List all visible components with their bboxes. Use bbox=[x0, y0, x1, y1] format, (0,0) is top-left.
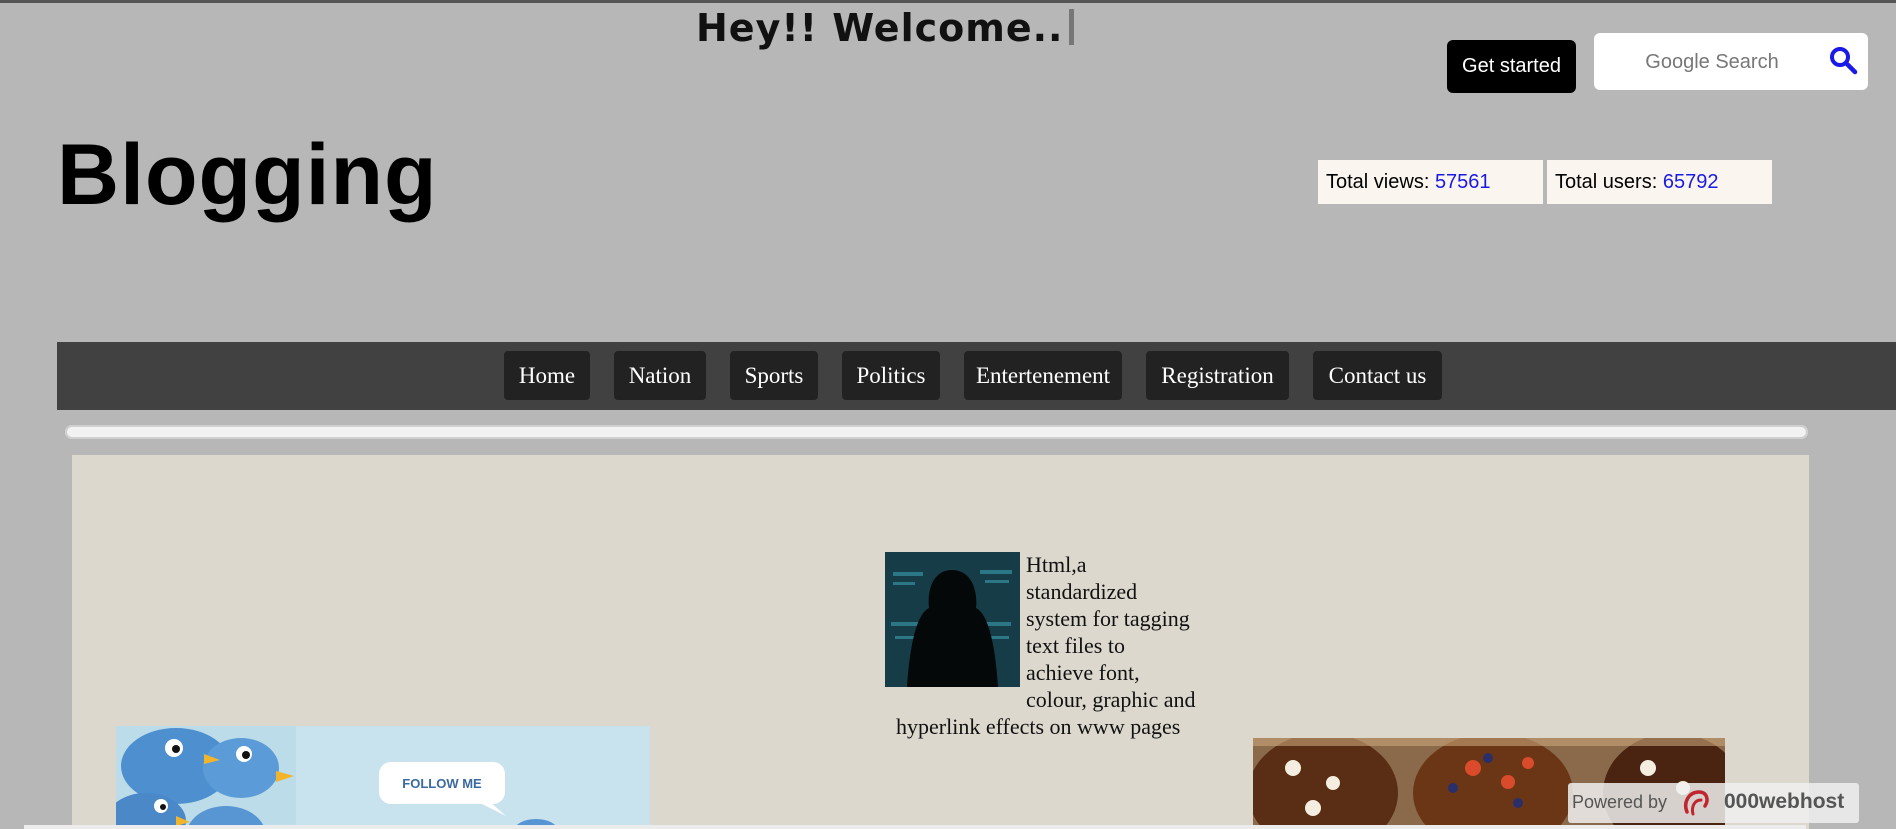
site-title: Blogging bbox=[57, 127, 438, 223]
nav-entertenement[interactable]: Entertenement bbox=[964, 351, 1122, 400]
welcome-heading: Hey!! Welcome.. bbox=[696, 6, 1075, 50]
nav-registration[interactable]: Registration bbox=[1146, 351, 1289, 400]
nav-sports[interactable]: Sports bbox=[730, 351, 818, 400]
total-views-label: Total views: bbox=[1326, 171, 1435, 193]
powered-by-badge[interactable]: Powered by 000webhost bbox=[1568, 783, 1859, 823]
000webhost-logo-icon bbox=[1684, 790, 1709, 816]
typing-caret bbox=[1069, 9, 1075, 45]
total-users-value: 65792 bbox=[1662, 171, 1719, 193]
search-icon[interactable] bbox=[1828, 45, 1858, 75]
main-navbar: Home Nation Sports Politics Entertenemen… bbox=[57, 342, 1896, 410]
search-input[interactable] bbox=[1606, 43, 1818, 81]
nav-home[interactable]: Home bbox=[504, 351, 590, 400]
article-snippet: Html,a standardized system for tagging t… bbox=[896, 551, 1196, 740]
content-area: FOLLOW ME Html,a standardized system for… bbox=[72, 455, 1809, 829]
powered-by-label: Powered by bbox=[1572, 792, 1668, 812]
nav-contact-us[interactable]: Contact us bbox=[1313, 351, 1442, 400]
twitter-image-caption: FOLLOW ME bbox=[402, 776, 482, 791]
twitter-birds-image[interactable]: FOLLOW ME bbox=[116, 726, 650, 829]
total-views-box: Total views: 57561 bbox=[1318, 160, 1543, 204]
nav-nation[interactable]: Nation bbox=[614, 351, 706, 400]
nav-politics[interactable]: Politics bbox=[842, 351, 940, 400]
total-views-value: 57561 bbox=[1434, 171, 1491, 193]
horizontal-divider bbox=[65, 425, 1808, 439]
total-users-label: Total users: bbox=[1555, 171, 1663, 193]
search-box bbox=[1594, 33, 1868, 90]
top-border bbox=[0, 0, 1896, 3]
host-name: 000webhost bbox=[1724, 790, 1845, 813]
get-started-button[interactable]: Get started bbox=[1447, 40, 1576, 93]
horizontal-scrollbar[interactable] bbox=[24, 825, 1806, 829]
total-users-box: Total users: 65792 bbox=[1547, 160, 1772, 204]
